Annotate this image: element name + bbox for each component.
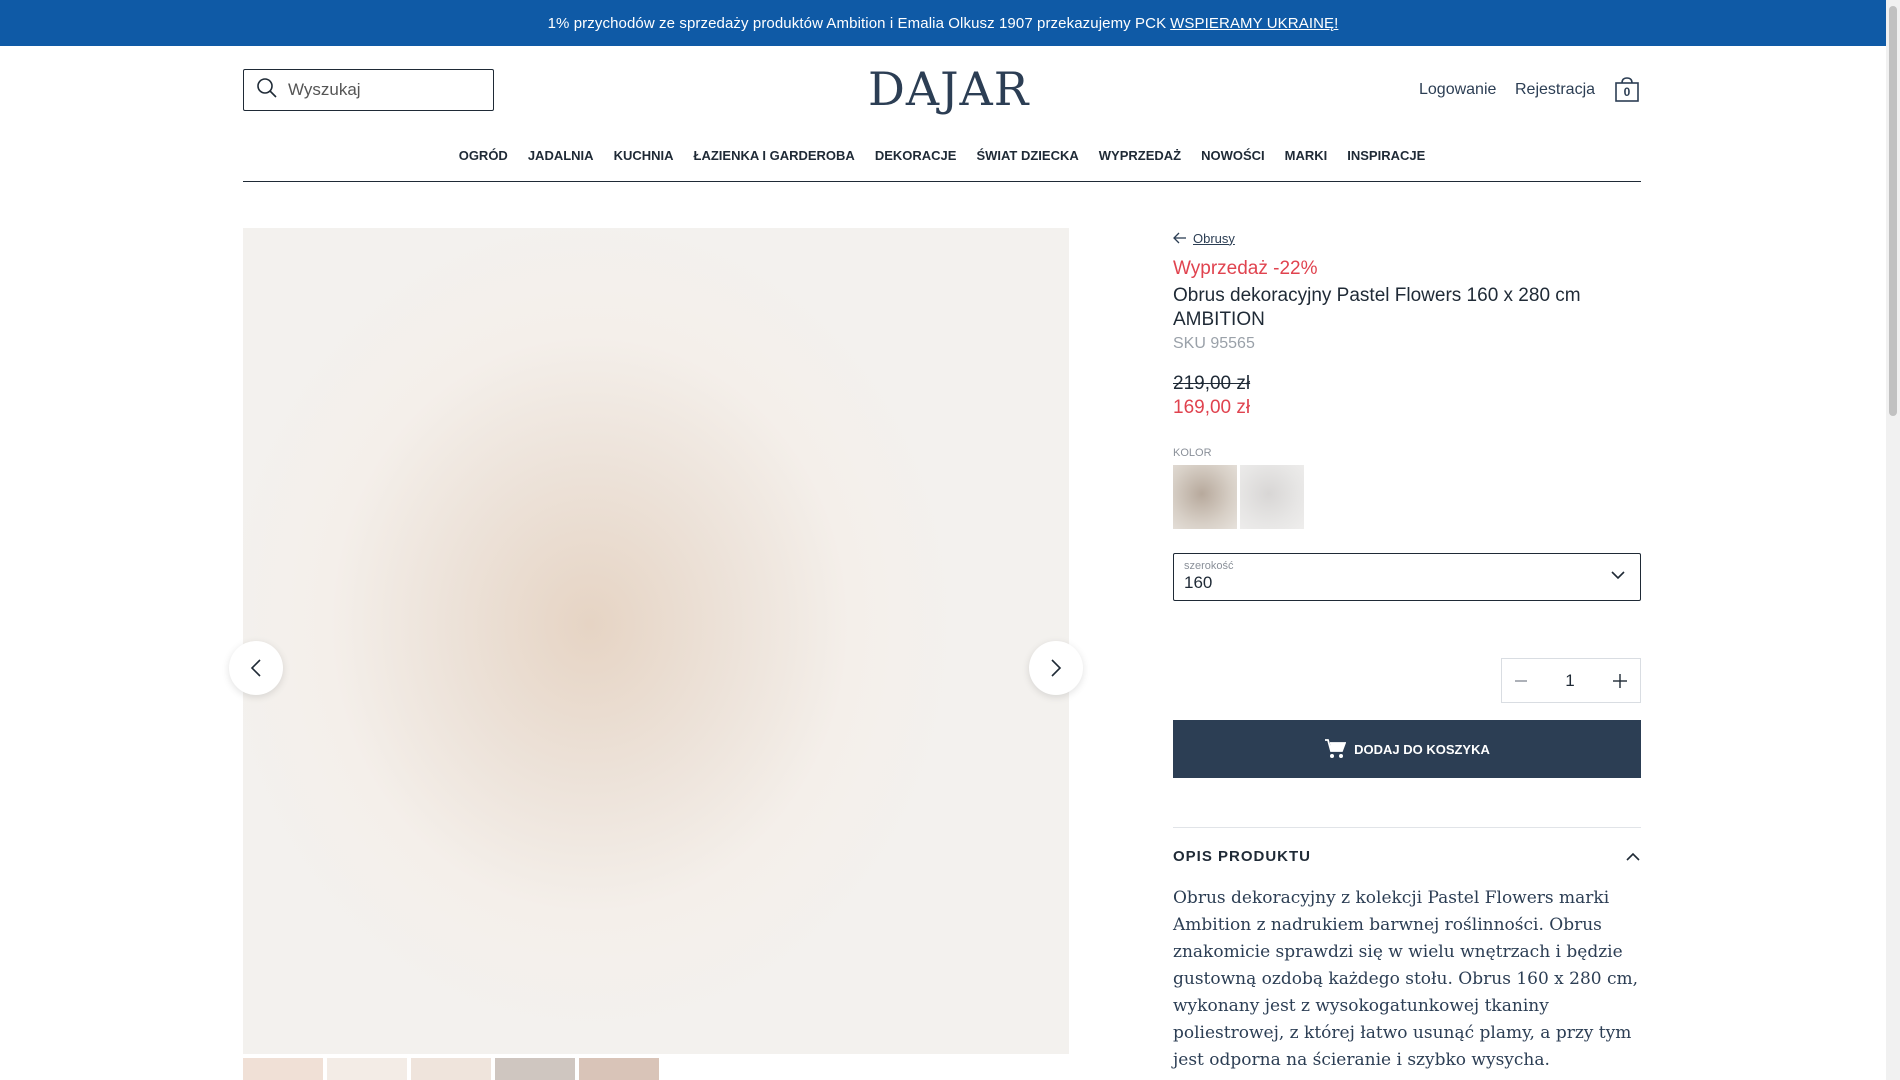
description-accordion[interactable]: OPIS PRODUKTU xyxy=(1173,848,1641,865)
section-divider xyxy=(1173,827,1641,828)
nav-item-wyprzedaz[interactable]: WYPRZEDAŻ xyxy=(1089,148,1191,163)
gallery-prev-button[interactable] xyxy=(229,641,283,695)
chevron-right-icon xyxy=(1051,659,1062,677)
nav-item-ogrod[interactable]: OGRÓD xyxy=(449,148,518,163)
logo[interactable]: DAJAR xyxy=(868,62,1029,116)
login-link[interactable]: Logowanie xyxy=(1419,81,1496,99)
nav-divider xyxy=(243,181,1641,182)
gallery-next-button[interactable] xyxy=(1029,641,1083,695)
color-swatches xyxy=(1173,465,1641,529)
support-ukraine-link[interactable]: WSPIERAMY UKRAINĘ! xyxy=(1170,15,1338,32)
cart-count: 0 xyxy=(1623,85,1631,99)
thumbnail[interactable] xyxy=(495,1058,575,1080)
nav-item-dekoracje[interactable]: DEKORACJE xyxy=(865,148,967,163)
thumbnail[interactable] xyxy=(327,1058,407,1080)
nav-item-inspiracje[interactable]: INSPIRACJE xyxy=(1337,148,1435,163)
register-link[interactable]: Rejestracja xyxy=(1515,81,1595,99)
color-swatch-grey[interactable] xyxy=(1240,465,1304,529)
product-image[interactable] xyxy=(243,228,1069,1054)
nav-item-marki[interactable]: MARKI xyxy=(1275,148,1338,163)
width-select-label: szerokość xyxy=(1184,560,1234,572)
nav-item-lazienka[interactable]: ŁAZIENKA I GARDEROBA xyxy=(684,148,865,163)
search-input[interactable] xyxy=(288,80,488,100)
thumbnail[interactable] xyxy=(243,1058,323,1080)
announcement-bar: 1% przychodów ze sprzedaży produktów Amb… xyxy=(0,0,1886,46)
scrollbar[interactable] xyxy=(1886,0,1900,1080)
chevron-up-icon xyxy=(1626,852,1640,861)
color-swatch-beige[interactable] xyxy=(1173,465,1237,529)
breadcrumb[interactable]: Obrusy xyxy=(1173,228,1641,248)
nav-item-kuchnia[interactable]: KUCHNIA xyxy=(604,148,684,163)
plus-icon[interactable] xyxy=(1612,673,1628,689)
breadcrumb-link[interactable]: Obrusy xyxy=(1193,231,1235,246)
add-to-cart-button[interactable]: DODAJ DO KOSZYKA xyxy=(1173,720,1641,778)
thumbnail-strip xyxy=(243,1058,659,1080)
main-nav: OGRÓD JADALNIA KUCHNIA ŁAZIENKA I GARDER… xyxy=(243,148,1641,163)
nav-item-swiat-dziecka[interactable]: ŚWIAT DZIECKA xyxy=(966,148,1088,163)
nav-item-jadalnia[interactable]: JADALNIA xyxy=(518,148,604,163)
scrollbar-thumb[interactable] xyxy=(1889,6,1897,416)
nav-item-nowosci[interactable]: NOWOŚCI xyxy=(1191,148,1275,163)
product-details: Obrusy Wyprzedaż -22% Obrus dekoracyjny … xyxy=(1173,228,1641,1074)
thumbnail[interactable] xyxy=(579,1058,659,1080)
quantity-input[interactable]: 1 xyxy=(1565,671,1574,691)
search-icon[interactable] xyxy=(256,77,278,104)
announcement-text: 1% przychodów ze sprzedaży produktów Amb… xyxy=(547,14,1167,32)
product-description: Obrus dekoracyjny z kolekcji Pastel Flow… xyxy=(1173,888,1639,1070)
arrow-left-icon xyxy=(1173,232,1186,244)
width-select-value: 160 xyxy=(1184,573,1213,592)
minus-icon[interactable] xyxy=(1514,674,1528,688)
sale-badge: Wyprzedaż -22% xyxy=(1173,258,1318,279)
description-heading: OPIS PRODUKTU xyxy=(1173,848,1312,865)
cart-icon xyxy=(1325,739,1347,758)
thumbnail[interactable] xyxy=(411,1058,491,1080)
product-sku: SKU 95565 xyxy=(1173,335,1255,352)
cart-button[interactable]: 0 xyxy=(1614,76,1640,102)
chevron-left-icon xyxy=(250,659,261,677)
chevron-down-icon xyxy=(1611,571,1625,580)
old-price: 219,00 zł xyxy=(1173,373,1251,394)
color-label: KOLOR xyxy=(1173,447,1212,459)
sale-price: 169,00 zł xyxy=(1173,397,1251,418)
quantity-stepper: 1 xyxy=(1501,658,1641,703)
width-select[interactable]: szerokość 160 xyxy=(1173,553,1641,601)
product-title: Obrus dekoracyjny Pastel Flowers 160 x 2… xyxy=(1173,285,1581,330)
search-box[interactable] xyxy=(243,69,494,111)
add-to-cart-label: DODAJ DO KOSZYKA xyxy=(1354,741,1490,757)
